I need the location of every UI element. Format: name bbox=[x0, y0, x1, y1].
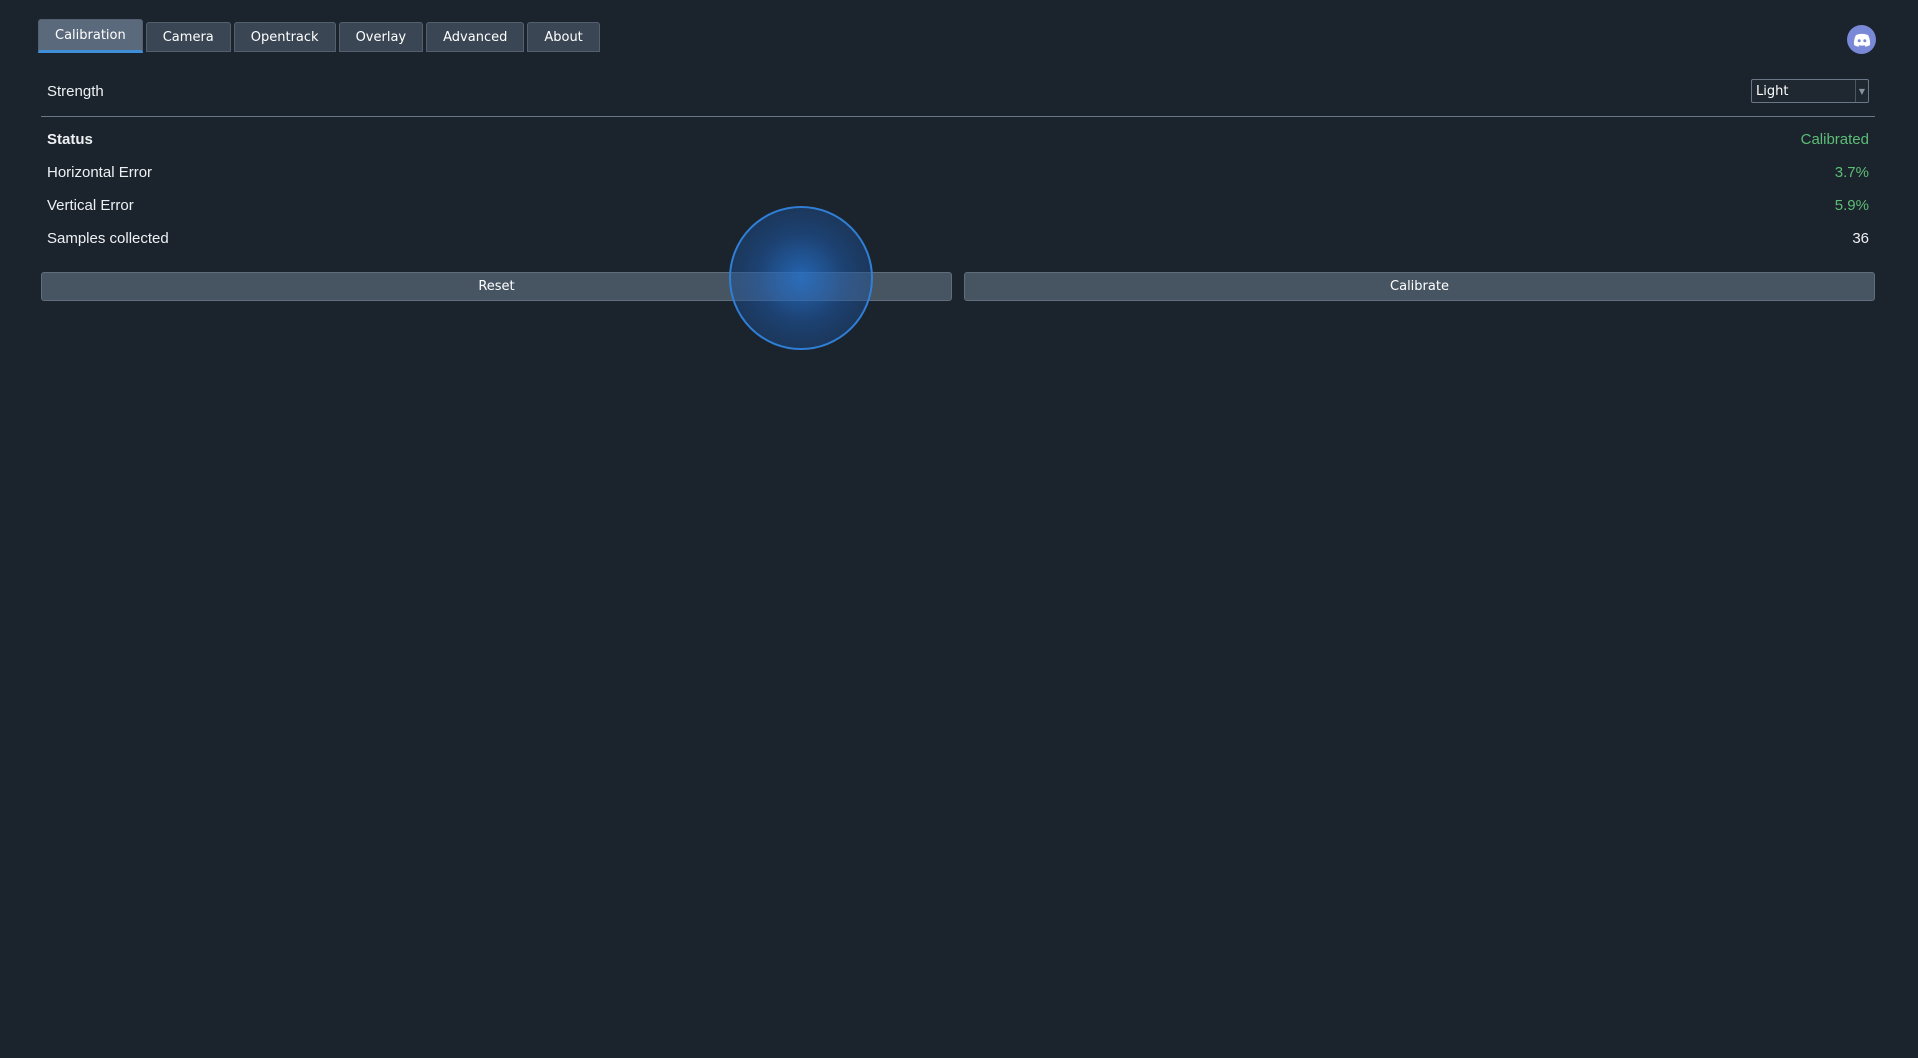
status-row: Status Calibrated bbox=[47, 131, 1869, 148]
discord-button[interactable] bbox=[1847, 25, 1876, 54]
vertical-error-label: Vertical Error bbox=[47, 197, 134, 214]
tab-calibration[interactable]: Calibration bbox=[38, 19, 143, 53]
vertical-error-value: 5.9% bbox=[1834, 197, 1869, 214]
horizontal-error-label: Horizontal Error bbox=[47, 164, 153, 181]
horizontal-error-value: 3.7% bbox=[1834, 164, 1869, 181]
tab-opentrack[interactable]: Opentrack bbox=[233, 22, 336, 52]
calibration-window: Calibration Camera Opentrack Overlay Adv… bbox=[0, 0, 1918, 1058]
strength-label: Strength bbox=[47, 82, 104, 100]
strength-select[interactable]: Light ▼ bbox=[1751, 79, 1869, 103]
tab-advanced[interactable]: Advanced bbox=[426, 22, 525, 52]
tab-bar: Calibration Camera Opentrack Overlay Adv… bbox=[38, 19, 600, 53]
tab-camera[interactable]: Camera bbox=[145, 22, 231, 52]
samples-value: 36 bbox=[1852, 230, 1869, 247]
horizontal-error-row: Horizontal Error 3.7% bbox=[47, 164, 1869, 181]
tab-about[interactable]: About bbox=[527, 22, 600, 52]
strength-row: Strength Light ▼ bbox=[47, 79, 1869, 103]
tab-overlay[interactable]: Overlay bbox=[338, 22, 424, 52]
section-divider bbox=[41, 116, 1875, 117]
status-label: Status bbox=[47, 131, 93, 148]
strength-selected-value: Light bbox=[1756, 83, 1789, 99]
status-value: Calibrated bbox=[1800, 131, 1869, 148]
samples-row: Samples collected 36 bbox=[47, 230, 1869, 247]
samples-label: Samples collected bbox=[47, 230, 169, 247]
vertical-error-row: Vertical Error 5.9% bbox=[47, 197, 1869, 214]
chevron-down-icon: ▼ bbox=[1855, 80, 1868, 102]
calibrate-button[interactable]: Calibrate bbox=[964, 272, 1875, 301]
reset-button[interactable]: Reset bbox=[41, 272, 952, 301]
discord-icon bbox=[1853, 33, 1870, 47]
